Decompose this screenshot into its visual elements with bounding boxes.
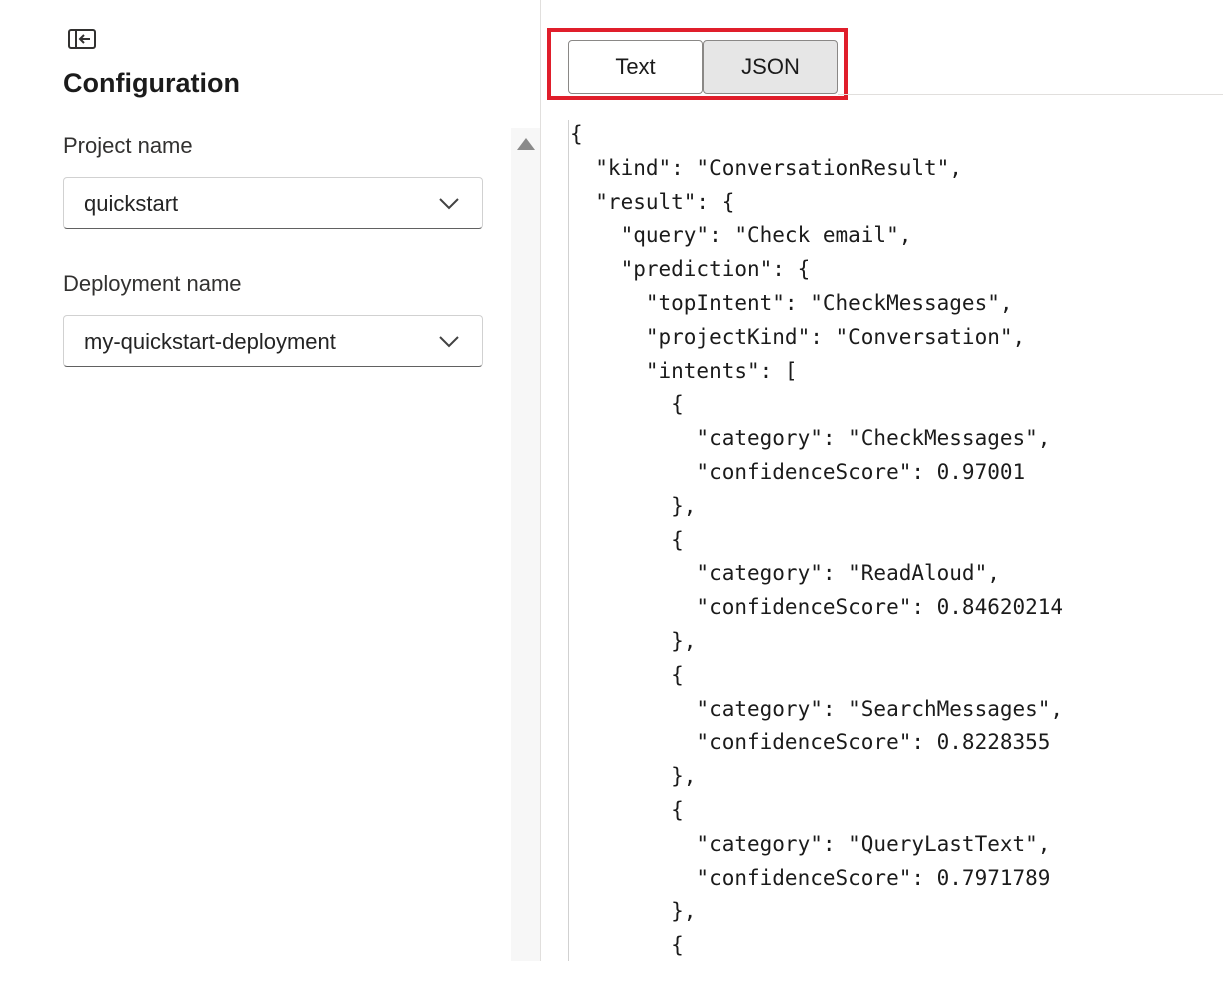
collapse-panel-button[interactable] <box>66 26 98 52</box>
json-line: "category": "QueryLastText", <box>570 831 1051 856</box>
json-line: { <box>570 392 684 417</box>
json-line: { <box>570 527 684 552</box>
json-line: "category": "CheckMessages", <box>570 426 1051 451</box>
project-name-dropdown[interactable]: quickstart <box>63 177 483 229</box>
json-line: "category": "SearchMessages", <box>570 696 1064 721</box>
json-line: "topIntent": "CheckMessages", <box>570 290 1013 315</box>
json-line: "confidenceScore": 0.7971789 <box>570 865 1051 890</box>
json-line: "kind": "ConversationResult", <box>570 155 962 180</box>
panel-collapse-icon <box>68 29 96 49</box>
conversation-test-page: Configuration Project name quickstart De… <box>0 0 1223 981</box>
json-line: { <box>570 122 583 146</box>
json-line: "query": "Check email", <box>570 223 912 248</box>
chevron-down-icon <box>439 336 459 348</box>
json-line: "confidenceScore": 0.97001 <box>570 459 1026 484</box>
panel-title: Configuration <box>63 68 240 98</box>
chevron-down-icon <box>439 198 459 210</box>
json-line: "result": { <box>570 189 735 214</box>
project-name-value: quickstart <box>84 191 179 216</box>
output-panel: Text JSON { "kind": "ConversationResult"… <box>541 0 1223 981</box>
deployment-name-value: my-quickstart-deployment <box>84 329 336 354</box>
json-line: "confidenceScore": 0.8228355 <box>570 730 1051 755</box>
project-name-label: Project name <box>63 133 193 158</box>
json-line: }, <box>570 899 697 924</box>
json-line: "category": "ReadAloud", <box>570 561 1000 586</box>
deployment-name-dropdown[interactable]: my-quickstart-deployment <box>63 315 483 367</box>
tab-json[interactable]: JSON <box>703 40 838 94</box>
configuration-panel: Configuration Project name quickstart De… <box>0 0 511 981</box>
json-line: "confidenceScore": 0.84620214 <box>570 595 1064 620</box>
json-line: }, <box>570 493 697 518</box>
json-line: { <box>570 797 684 822</box>
json-line: }, <box>570 764 697 789</box>
json-line: }, <box>570 628 697 653</box>
json-line: "intents": [ <box>570 358 798 383</box>
json-line: "prediction": { <box>570 257 811 282</box>
deployment-name-label: Deployment name <box>63 271 242 296</box>
json-output: { "kind": "ConversationResult", "result"… <box>570 118 1063 963</box>
json-line: "projectKind": "Conversation", <box>570 324 1026 349</box>
tab-bar-divider <box>838 94 1223 95</box>
left-panel-scrollbar[interactable] <box>511 128 540 961</box>
scroll-up-arrow-icon[interactable] <box>517 138 535 150</box>
code-gutter-line <box>568 120 569 961</box>
json-line: { <box>570 662 684 687</box>
tab-text[interactable]: Text <box>568 40 703 94</box>
json-line: { <box>570 933 684 958</box>
